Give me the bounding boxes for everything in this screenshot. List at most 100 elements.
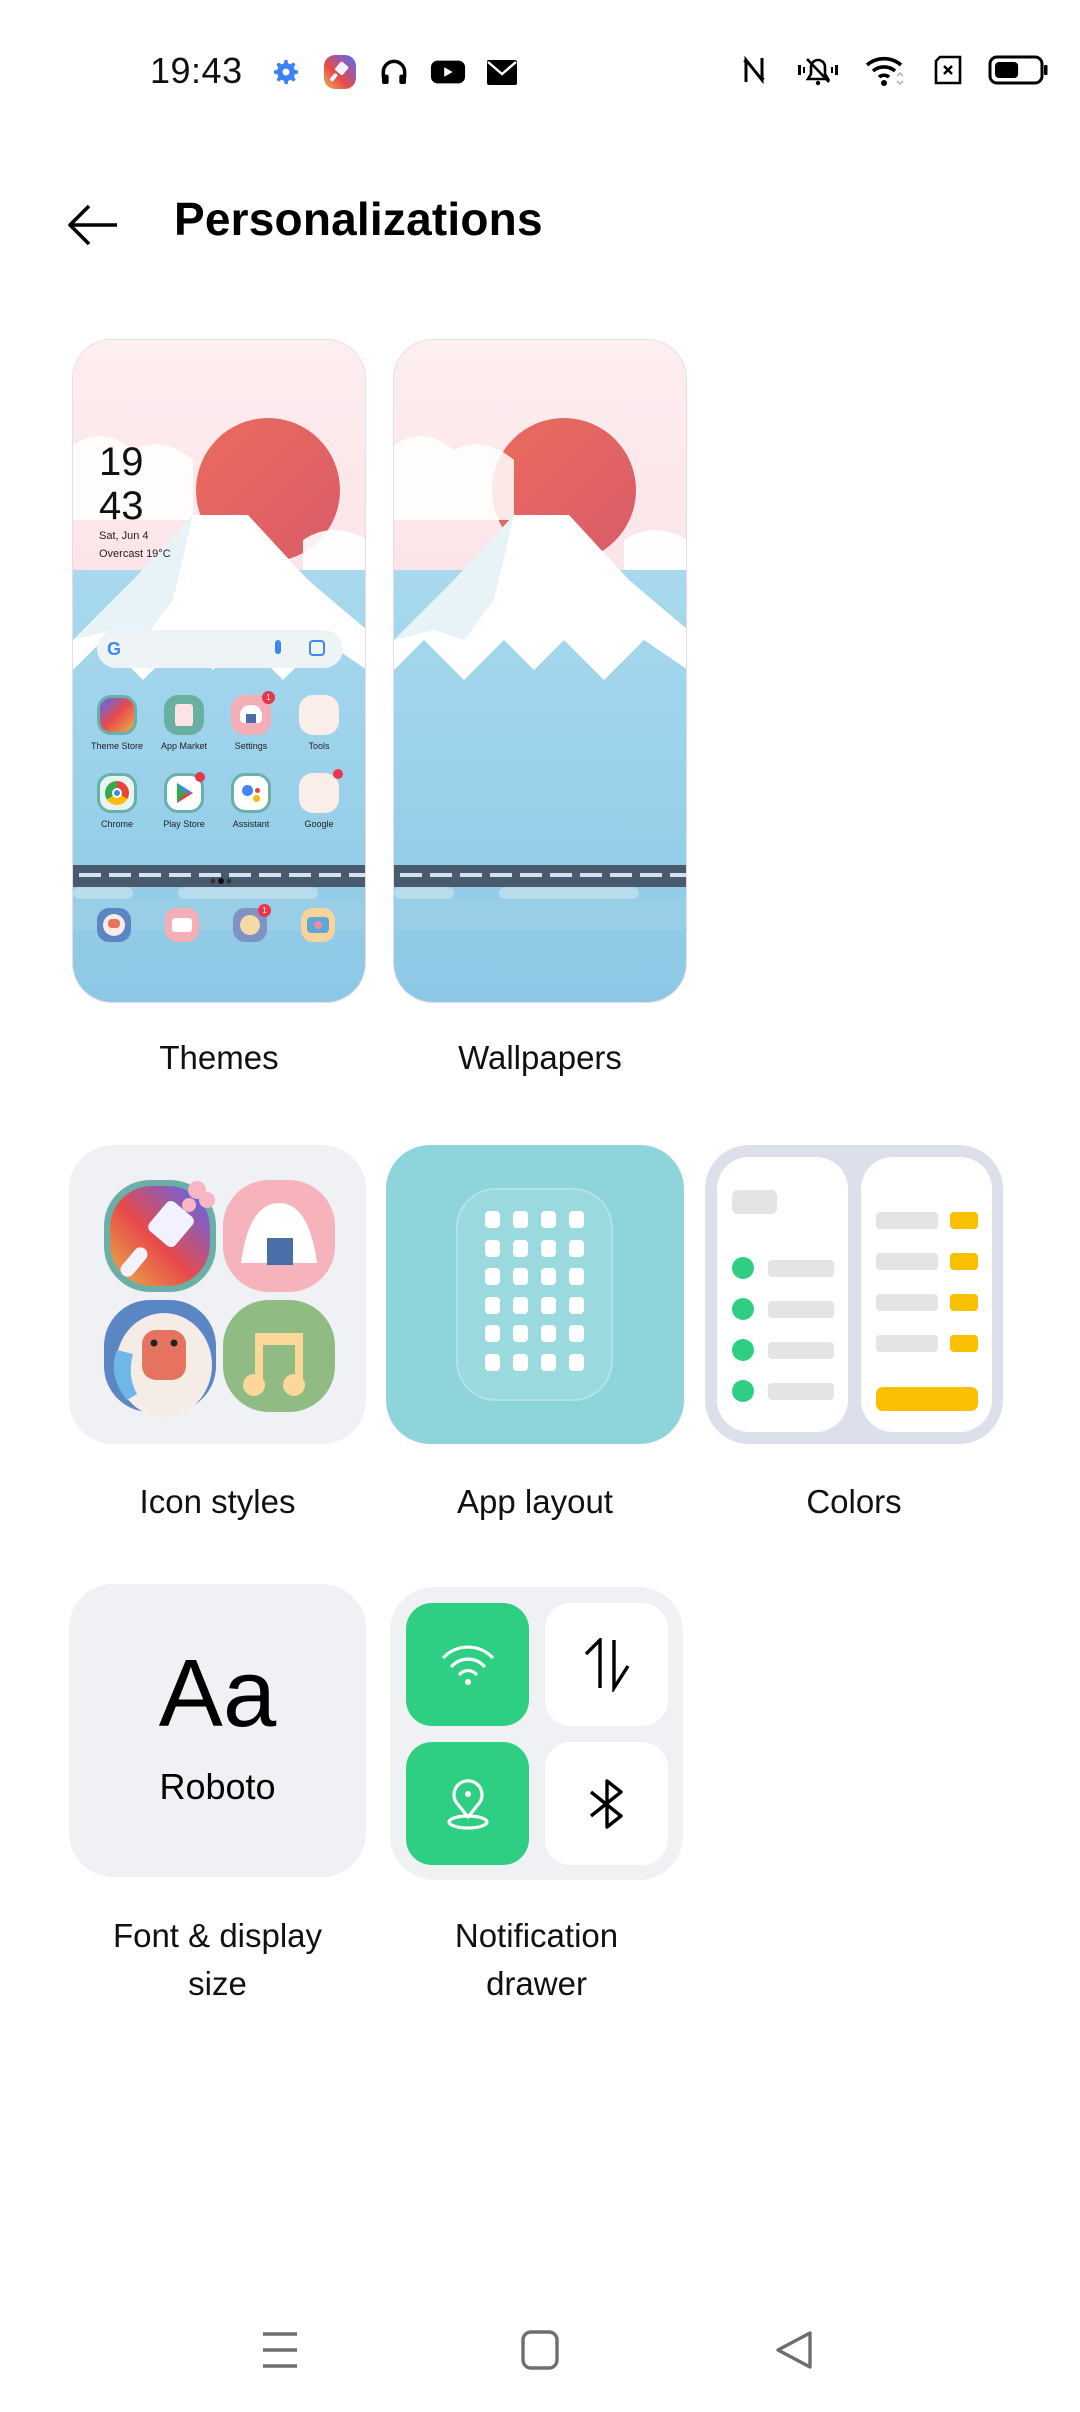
back-triangle-icon [776,2331,812,2369]
placeholder-bar [876,1212,938,1229]
preview-search-bar: G [97,630,343,668]
app-grid-dot [513,1325,528,1342]
settings-app-icon: 1 [231,691,275,735]
google-folder-icon [299,769,343,813]
accent-swatch [950,1335,978,1352]
accent-swatch-bar [876,1387,978,1411]
location-pin-icon [446,1778,489,1830]
placeholder-bar [768,1301,834,1318]
notification-dot [195,772,205,782]
wallpapers-label: Wallpapers [458,1039,622,1076]
colors-right-panel [861,1157,992,1432]
font-sample: Aa [158,1640,277,1747]
status-bar: 19:43 [0,0,1080,140]
play-store-app-icon [164,772,205,813]
page-title: Personalizations [174,193,543,245]
assistant-app-icon [231,773,271,813]
app-grid-dot [541,1268,556,1285]
app-grid-dot [569,1325,584,1342]
preview-app-label: Play Store [163,819,205,829]
google-g-icon: G [107,639,122,659]
colors-tile[interactable] [705,1145,1003,1444]
status-time: 19:43 [150,50,243,91]
back-button[interactable] [60,195,126,255]
accent-swatch [950,1294,978,1311]
browser-dock-icon: 1 [233,904,271,942]
app-grid-dot [485,1211,500,1228]
font-display-size-label: Font & display size [69,1912,366,2008]
preview-app-label: Settings [234,741,268,751]
theme-store-icon [322,54,358,90]
icon-styles-tile[interactable] [69,1145,366,1444]
colors-left-panel [717,1157,848,1432]
app-grid-dot [569,1239,584,1257]
recents-button[interactable] [245,2320,315,2380]
preview-app: Chrome [87,773,147,829]
app-grid-dot [485,1296,500,1314]
bluetooth-icon [589,1778,623,1829]
font-display-size-tile[interactable]: Aa Roboto [69,1584,366,1877]
preview-clock: 19 43 [99,440,144,528]
preview-app-label: Theme Store [90,741,144,751]
colors-label: Colors [806,1483,902,1520]
notification-drawer-label: Notification drawer [390,1912,683,2008]
color-dot [732,1257,754,1279]
placeholder-bar [876,1294,938,1311]
preview-app: Tools [289,695,349,751]
notification-badge: 1 [258,904,271,917]
font-name: Roboto [159,1766,276,1807]
app-grid-dot [513,1353,528,1371]
placeholder-bar [768,1383,834,1400]
vibrate-muted-bell-icon [794,52,842,88]
mail-icon [484,54,520,90]
app-grid-dot [541,1296,556,1314]
location-toggle [406,1742,529,1865]
color-dot [732,1298,754,1320]
themes-tile[interactable]: 19 43 Sat, Jun 4 Overcast 19°C G Theme St… [72,339,366,1003]
placeholder-bar [876,1335,938,1352]
preview-clock-hour: 19 [99,440,144,484]
back-arrow-icon [68,204,117,246]
app-grid-dot [485,1268,500,1285]
color-dot [732,1380,754,1402]
notification-badge: 1 [262,691,275,704]
placeholder-bar [876,1253,938,1270]
wifi-icon [864,52,908,88]
mobile-data-toggle [545,1603,668,1726]
preview-clock-minute: 43 [99,484,144,528]
youtube-icon [430,54,466,90]
preview-app: Play Store [154,772,214,829]
label-line: size [188,1965,247,2002]
app-layout-tile[interactable] [386,1145,684,1444]
notification-dot [333,769,343,779]
chrome-app-icon [97,773,137,813]
app-market-app-icon [164,695,204,735]
app-grid-dot [569,1268,584,1285]
notification-drawer-tile[interactable] [390,1587,683,1880]
placeholder-bar [768,1342,834,1359]
label-line: Font & display [112,1917,323,1954]
app-grid-dot [569,1211,584,1228]
app-grid-dot [485,1353,500,1371]
app-grid-dot [541,1211,556,1228]
preview-app: 1 Settings [221,691,281,751]
preview-app-label: App Market [160,741,208,751]
battery-icon [988,52,1050,88]
app-grid-dot [569,1296,584,1314]
back-nav-button[interactable] [760,2320,830,2380]
accent-swatch [950,1253,978,1270]
app-grid-dot [569,1353,584,1371]
app-grid-dot [513,1211,528,1228]
preview-weather: Overcast 19°C [99,548,171,560]
navigation-bar [0,2290,1080,2412]
app-layout-label: App layout [457,1483,613,1520]
data-transfer-arrows-icon [584,1637,629,1692]
wallpapers-tile[interactable] [393,339,687,1003]
messages-dock-icon [165,908,199,942]
wifi-icon [441,1645,494,1685]
preview-app-label: Google [304,819,334,829]
app-grid-dot [513,1296,528,1314]
placeholder-bar [768,1260,834,1277]
system-icons [736,52,1050,88]
home-button[interactable] [505,2320,575,2380]
